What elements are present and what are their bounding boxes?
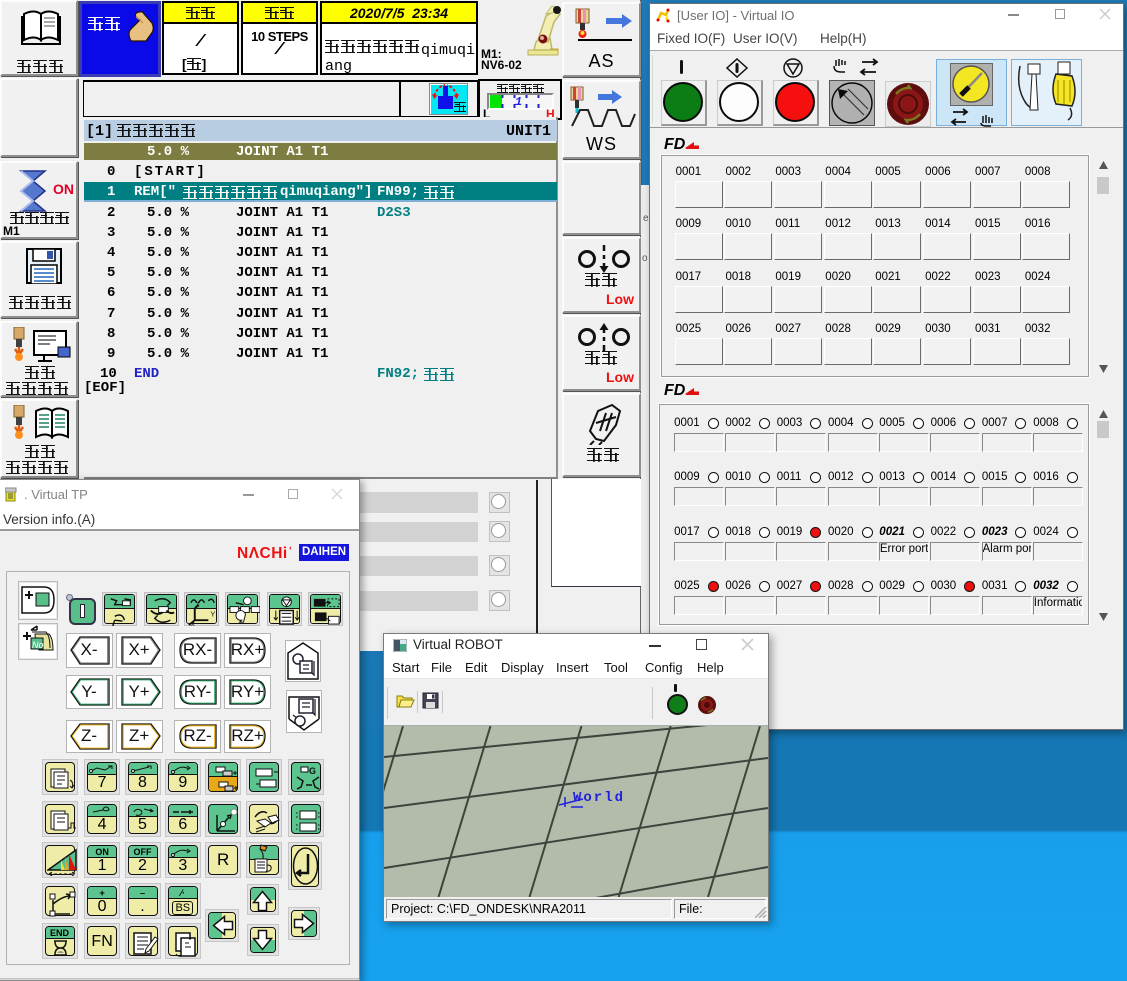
svg-text:z: z (196, 599, 200, 608)
svg-text:x: x (191, 619, 195, 626)
svg-text:No: No (32, 640, 44, 650)
svg-text:Y: Y (210, 609, 215, 618)
svg-text:G: G (309, 766, 316, 776)
